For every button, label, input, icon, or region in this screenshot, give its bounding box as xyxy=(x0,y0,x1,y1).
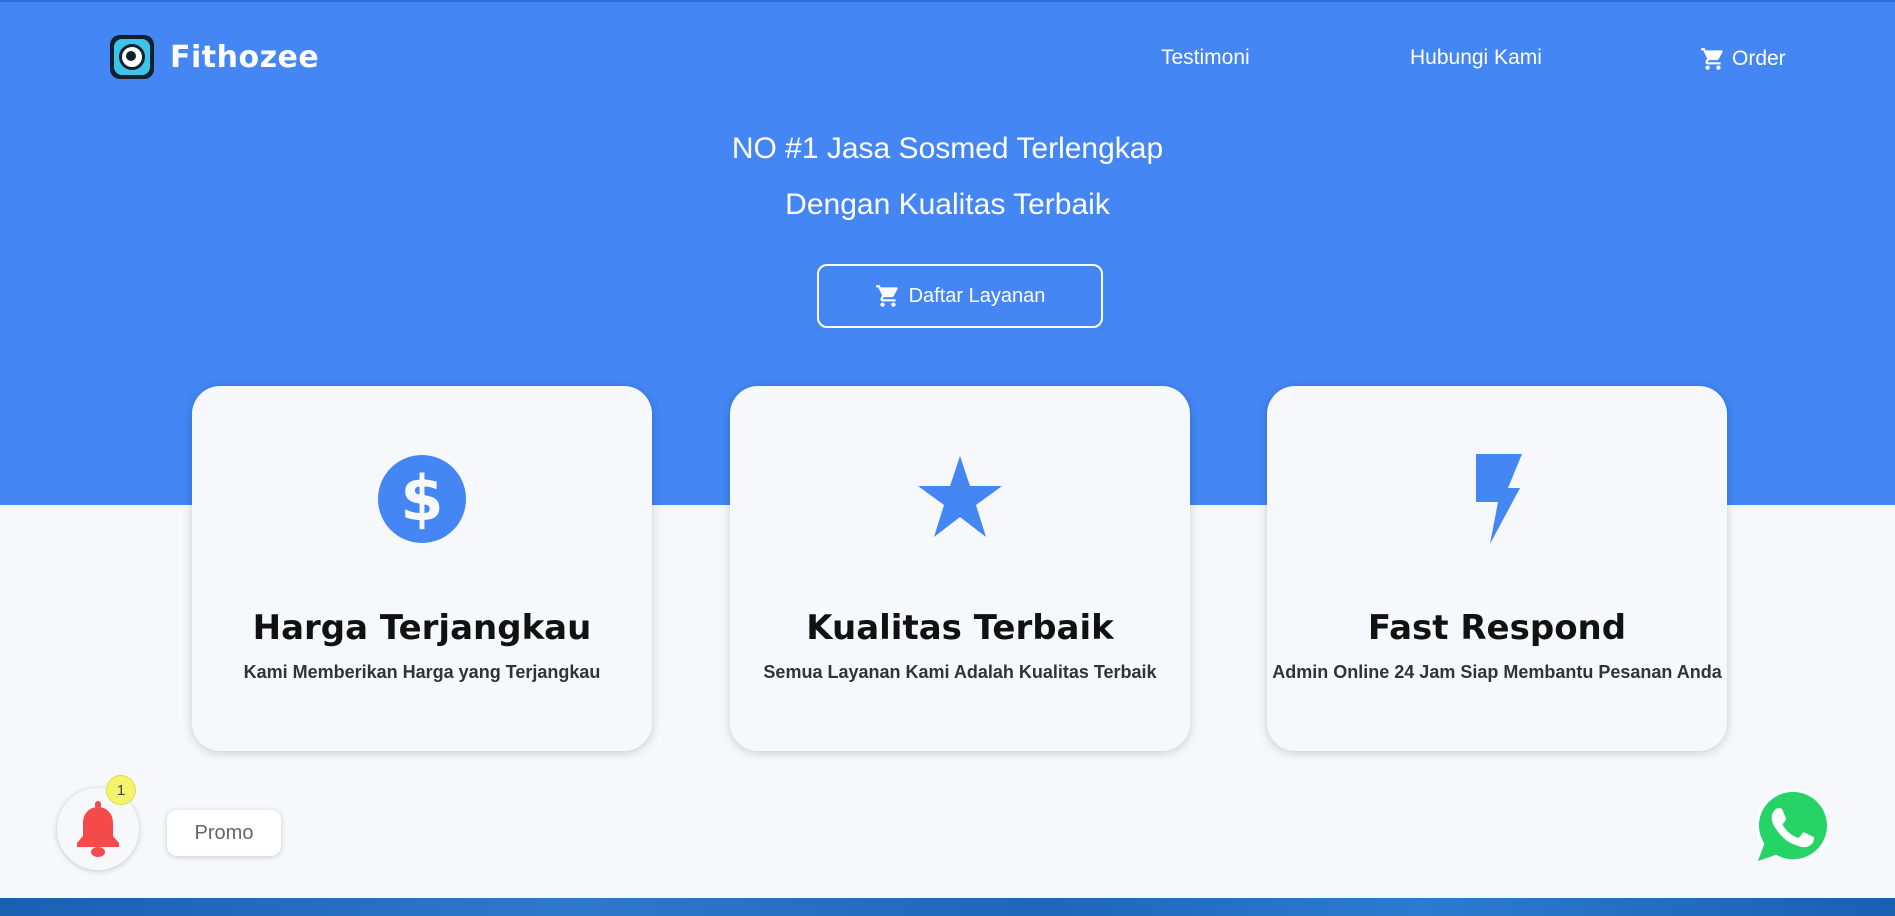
lightning-icon xyxy=(1476,454,1522,544)
promo-button[interactable]: Promo xyxy=(167,810,281,856)
promo-label: Promo xyxy=(194,821,254,844)
nav-testimoni[interactable]: Testimoni xyxy=(1161,46,1250,70)
star-icon xyxy=(918,456,1002,537)
hero-headline: NO #1 Jasa Sosmed Terlengkap xyxy=(731,132,1164,165)
hero-subheadline: Dengan Kualitas Terbaik xyxy=(785,188,1110,221)
brand-logo[interactable]: Fithozee xyxy=(110,35,319,79)
feature-card-fast-respond: Fast Respond Admin Online 24 Jam Siap Me… xyxy=(1267,386,1727,751)
feature-card-kualitas: Kualitas Terbaik Semua Layanan Kami Adal… xyxy=(730,386,1190,751)
daftar-layanan-button[interactable]: Daftar Layanan xyxy=(817,264,1103,328)
feature-card-harga: $ Harga Terjangkau Kami Memberikan Harga… xyxy=(192,386,652,751)
cart-icon xyxy=(875,285,898,307)
feature-desc: Kami Memberikan Harga yang Terjangkau xyxy=(243,662,601,682)
feature-title: Harga Terjangkau xyxy=(252,608,592,648)
whatsapp-button[interactable] xyxy=(1752,786,1832,866)
notification-badge: 1 xyxy=(106,775,136,805)
nav-order[interactable]: Order xyxy=(1700,46,1786,72)
logo-icon xyxy=(110,35,154,79)
dollar-icon: $ xyxy=(378,455,466,543)
whatsapp-icon xyxy=(1756,789,1830,863)
feature-desc: Semua Layanan Kami Adalah Kualitas Terba… xyxy=(763,662,1157,682)
feature-title: Kualitas Terbaik xyxy=(806,608,1114,648)
feature-title: Fast Respond xyxy=(1367,608,1627,648)
nav-order-label: Order xyxy=(1732,47,1786,70)
brand-name: Fithozee xyxy=(170,39,320,75)
nav-hubungi-label: Hubungi Kami xyxy=(1410,46,1542,69)
nav-testimoni-label: Testimoni xyxy=(1161,46,1250,69)
cart-icon xyxy=(1701,48,1723,70)
bell-icon xyxy=(77,801,119,857)
daftar-layanan-label: Daftar Layanan xyxy=(908,284,1046,307)
footer-banner-strip xyxy=(0,898,1895,916)
feature-desc: Admin Online 24 Jam Siap Membantu Pesana… xyxy=(1272,662,1722,682)
nav-hubungi-kami[interactable]: Hubungi Kami xyxy=(1410,46,1542,70)
svg-text:$: $ xyxy=(400,462,443,535)
